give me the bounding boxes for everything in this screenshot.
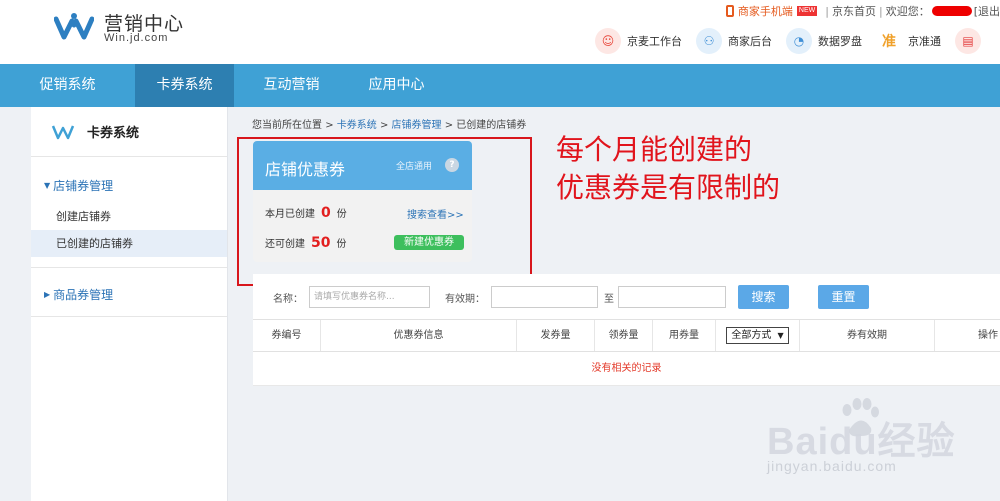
tool-jzt[interactable]: 准 京准通 xyxy=(876,28,941,54)
jd-home-link[interactable]: 京东首页 xyxy=(832,3,876,19)
coupon-list-panel: 名称： 请填写优惠券名称... 有效期： 至 搜索 重置 券编号 优惠券信息 发… xyxy=(253,274,1000,386)
sidebar-group-product-coupon[interactable]: ▶ 商品券管理 xyxy=(31,286,227,302)
jzt-icon: 准 xyxy=(876,28,902,54)
annotation-line: 优惠券是有限制的 xyxy=(556,171,781,204)
jingmai-icon: ☺ xyxy=(595,28,621,54)
name-label: 名称： xyxy=(273,294,303,305)
new-badge: NEW xyxy=(796,6,818,16)
divider: | xyxy=(825,4,829,18)
tool-label: 京麦工作台 xyxy=(627,35,682,48)
breadcrumb-sep: > xyxy=(444,120,454,131)
type-filter-select[interactable]: 全部方式 ▼ xyxy=(726,326,789,344)
sidebar-group-label: 商品券管理 xyxy=(53,287,114,302)
sidebar-group-label: 店铺券管理 xyxy=(53,178,114,193)
welcome-text: 欢迎您： xyxy=(885,5,930,18)
empty-message: 没有相关的记录 xyxy=(253,352,1000,386)
breadcrumb-sep: > xyxy=(379,120,389,131)
sidebar: 卡券系统 ▼ 店铺券管理 创建店铺券 已创建的店铺券 ▶ 商品券管理 xyxy=(31,107,228,501)
breadcrumb-prefix: 您当前所在位置 xyxy=(252,120,322,131)
col-coupon-id: 券编号 xyxy=(253,320,321,351)
header: 营销中心 Win.jd.com 商家手机端 NEW | 京东首页 | 欢迎您： … xyxy=(0,0,1000,64)
tool-label: 京准通 xyxy=(908,35,941,48)
sidebar-item-created[interactable]: 已创建的店铺券 xyxy=(31,230,227,257)
annotation-line: 每个月能创建的 xyxy=(556,133,753,166)
tool-merchant[interactable]: ⚇ 商家后台 xyxy=(696,28,772,54)
col-received: 领券量 xyxy=(595,320,653,351)
watermark-url: jingyan.baidu.com xyxy=(767,458,897,474)
username-redacted xyxy=(931,6,972,16)
breadcrumb: 您当前所在位置 > 卡券系统 > 店铺券管理 > 已创建的店铺券 xyxy=(252,116,526,131)
main-nav-tabs: 促销系统 卡券系统 互动营销 应用中心 xyxy=(0,64,1000,107)
col-issued: 发券量 xyxy=(517,320,595,351)
topbar: 商家手机端 NEW | 京东首页 | 欢迎您： [退出 xyxy=(725,2,1000,20)
to-label: 至 xyxy=(604,294,614,305)
highlight-box xyxy=(237,137,532,286)
phone-icon xyxy=(725,5,734,17)
merchant-icon: ⚇ xyxy=(696,28,722,54)
period-label: 有效期： xyxy=(445,294,485,305)
divider: | xyxy=(878,4,883,18)
annotation: 每个月能创建的 优惠券是有限制的 xyxy=(556,131,780,207)
nav-promotion[interactable]: 促销系统 xyxy=(0,64,135,107)
col-used: 用券量 xyxy=(653,320,716,351)
sidebar-header: 卡券系统 xyxy=(31,107,227,157)
compass-icon: ◔ xyxy=(786,28,812,54)
nav-coupon[interactable]: 卡券系统 xyxy=(135,64,234,107)
tool-compass[interactable]: ◔ 数据罗盘 xyxy=(786,28,862,54)
breadcrumb-current: 已创建的店铺券 xyxy=(456,120,527,131)
breadcrumb-sep: > xyxy=(325,120,334,131)
tool-jingmai[interactable]: ☺ 京麦工作台 xyxy=(595,28,682,54)
divider xyxy=(31,316,227,317)
watermark-text: Baidu经验 xyxy=(767,421,956,463)
period-end-input[interactable] xyxy=(618,286,726,308)
watermark: Baidu经验 jingyan.baidu.com xyxy=(767,398,967,488)
tool-shop[interactable]: ▤ xyxy=(955,28,987,54)
sidebar-group-store-coupon[interactable]: ▼ 店铺券管理 xyxy=(31,177,227,193)
caret-down-icon: ▼ xyxy=(44,180,51,190)
col-validity: 券有效期 xyxy=(800,320,935,351)
reset-button[interactable]: 重置 xyxy=(818,285,869,309)
brand-subtitle: Win.jd.com xyxy=(104,32,169,44)
divider xyxy=(31,267,227,268)
logo-icon[interactable] xyxy=(54,11,94,45)
col-actions: 操作 xyxy=(978,330,998,341)
caret-right-icon: ▶ xyxy=(44,289,51,299)
col-coupon-info: 优惠券信息 xyxy=(321,320,517,351)
dropdown-arrow-icon: ▼ xyxy=(777,330,784,340)
shop-icon: ▤ xyxy=(955,28,981,54)
breadcrumb-coupon-system[interactable]: 卡券系统 xyxy=(337,120,377,131)
coupon-system-icon xyxy=(51,125,75,139)
name-input[interactable]: 请填写优惠券名称... xyxy=(309,286,430,308)
sidebar-title: 卡券系统 xyxy=(87,126,140,141)
tool-links: ☺ 京麦工作台 ⚇ 商家后台 ◔ 数据罗盘 准 京准通 ▤ xyxy=(595,27,1000,55)
tool-label: 数据罗盘 xyxy=(818,35,862,48)
type-filter-value: 全部方式 xyxy=(731,329,772,341)
nav-interactive[interactable]: 互动营销 xyxy=(234,64,349,107)
table-header: 券编号 优惠券信息 发券量 领券量 用券量 全部方式 ▼ 券有效期 操作 xyxy=(253,319,1000,352)
mobile-link[interactable]: 商家手机端 xyxy=(738,3,793,19)
coupon-table: 券编号 优惠券信息 发券量 领券量 用券量 全部方式 ▼ 券有效期 操作 没有相… xyxy=(253,319,1000,386)
tool-label: 商家后台 xyxy=(728,35,772,48)
period-start-input[interactable] xyxy=(491,286,598,308)
logout-link[interactable]: [退出 xyxy=(974,3,1000,19)
search-button[interactable]: 搜索 xyxy=(738,285,789,309)
nav-app-center[interactable]: 应用中心 xyxy=(349,64,444,107)
search-form: 名称： 请填写优惠券名称... 有效期： 至 搜索 重置 xyxy=(253,284,1000,309)
col-type-filter: 全部方式 ▼ xyxy=(716,320,800,351)
breadcrumb-store-coupon[interactable]: 店铺券管理 xyxy=(392,120,442,131)
sidebar-item-create[interactable]: 创建店铺券 xyxy=(31,203,227,230)
